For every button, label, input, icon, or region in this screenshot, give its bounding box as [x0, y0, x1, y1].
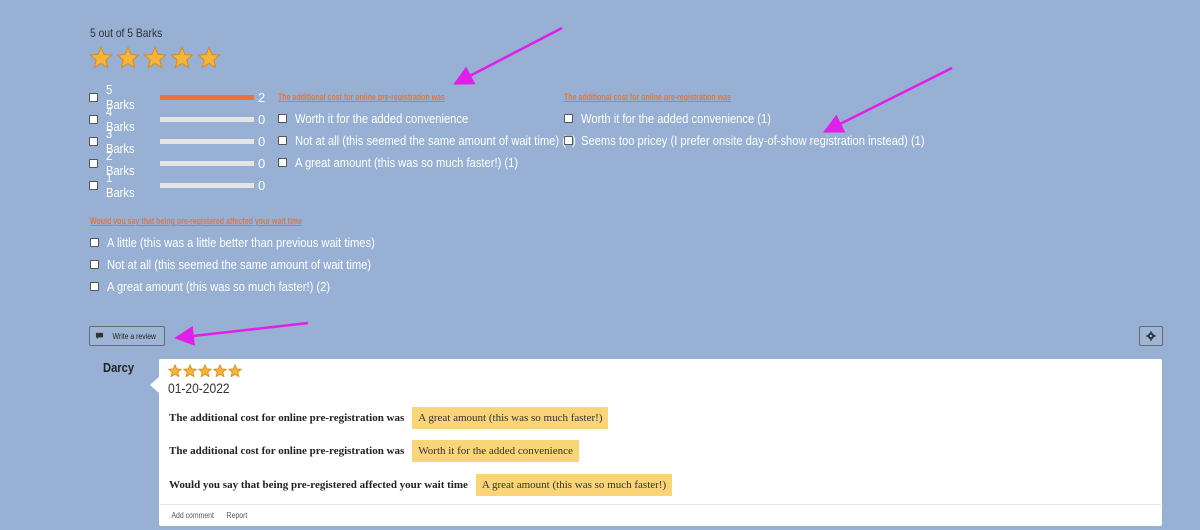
star-icon	[116, 46, 140, 69]
star-icon	[183, 364, 197, 378]
review-answer-badge: A great amount (this was so much faster!…	[475, 474, 673, 496]
gear-icon	[1146, 331, 1156, 341]
question-option[interactable]: A great amount (this was so much faster!…	[278, 151, 622, 173]
question-heading: The additional cost for online pre-regis…	[564, 92, 731, 102]
option-label: Worth it for the added convenience	[295, 110, 469, 126]
option-label: Seems too pricey (I prefer onsite day-of…	[581, 132, 925, 148]
review-rating-stars	[168, 364, 242, 378]
star-icon	[198, 364, 212, 378]
question-options: Worth it for the added convenience (1) S…	[564, 107, 981, 151]
option-checkbox[interactable]	[564, 135, 573, 145]
question-option[interactable]: Seems too pricey (I prefer onsite day-of…	[564, 129, 981, 151]
rating-count: 2	[258, 89, 266, 105]
review-question: The additional cost for online pre-regis…	[169, 445, 405, 457]
option-label: Not at all (this seemed the same amount …	[107, 256, 372, 272]
question-options: A little (this was a little better than …	[90, 231, 418, 297]
option-label: A great amount (this was so much faster!…	[295, 154, 519, 170]
review-answer-row: The additional cost for online pre-regis…	[169, 407, 609, 429]
rating-bar	[160, 138, 254, 144]
option-checkbox[interactable]	[90, 237, 99, 247]
review-answer-badge: Worth it for the added convenience	[412, 440, 579, 462]
question-option[interactable]: A great amount (this was so much faster!…	[90, 275, 418, 297]
review-author: Darcy	[103, 360, 135, 375]
star-icon	[170, 46, 194, 69]
review-footer: Add comment Report	[160, 504, 1161, 526]
star-icon	[213, 364, 227, 378]
write-review-button[interactable]: Write a review	[89, 326, 165, 346]
star-icon	[89, 46, 113, 69]
filter-checkbox[interactable]	[89, 158, 98, 168]
option-label: A little (this was a little better than …	[107, 234, 375, 250]
option-checkbox[interactable]	[278, 157, 287, 167]
review-answer-row: The additional cost for online pre-regis…	[169, 440, 579, 462]
star-icon	[228, 364, 242, 378]
option-label: A great amount (this was so much faster!…	[107, 278, 331, 294]
rating-bar	[160, 94, 254, 100]
rating-count: 0	[258, 155, 266, 171]
filter-checkbox[interactable]	[89, 114, 98, 124]
comment-icon	[95, 332, 103, 340]
filter-checkbox[interactable]	[89, 92, 98, 102]
question-option[interactable]: A little (this was a little better than …	[90, 231, 418, 253]
add-comment-link[interactable]: Add comment	[171, 511, 213, 520]
rating-count: 0	[258, 111, 266, 127]
rating-bar	[160, 116, 254, 122]
write-review-label: Write a review	[112, 331, 156, 341]
filter-checkbox[interactable]	[89, 180, 98, 190]
review-question: Would you say that being pre-registered …	[169, 479, 468, 491]
question-option[interactable]: Worth it for the added convenience (1)	[564, 107, 981, 129]
rating-bar-fill	[160, 94, 254, 100]
rating-count: 0	[258, 133, 266, 149]
option-checkbox[interactable]	[564, 113, 573, 123]
option-checkbox[interactable]	[90, 281, 99, 291]
rating-bar	[160, 182, 254, 188]
review-answer-badge: A great amount (this was so much faster!…	[412, 407, 609, 429]
annotation-arrow	[174, 321, 309, 346]
option-label: Not at all (this seemed the same amount …	[295, 132, 576, 148]
rating-filter-label: 1 Barks	[106, 170, 135, 200]
rating-summary-text: 5 out of 5 Barks	[90, 26, 163, 40]
rating-count: 0	[258, 177, 266, 193]
filter-checkbox[interactable]	[89, 136, 98, 146]
question-heading: Would you say that being pre-registered …	[90, 216, 303, 226]
option-label: Worth it for the added convenience (1)	[581, 110, 771, 126]
star-icon	[143, 46, 167, 69]
question-option[interactable]: Not at all (this seemed the same amount …	[90, 253, 418, 275]
rating-filter-1[interactable]: 1 Barks 0	[89, 170, 268, 200]
rating-stars	[89, 46, 221, 70]
star-icon	[168, 364, 182, 378]
rating-bar	[160, 160, 254, 166]
question-heading: The additional cost for online pre-regis…	[278, 92, 445, 102]
settings-button[interactable]	[1139, 326, 1163, 346]
star-icon	[197, 46, 221, 69]
option-checkbox[interactable]	[278, 113, 287, 123]
review-date: 01-20-2022	[168, 380, 230, 396]
review-answer-row: Would you say that being pre-registered …	[169, 474, 673, 496]
option-checkbox[interactable]	[278, 135, 287, 145]
annotation-arrow	[453, 26, 563, 85]
option-checkbox[interactable]	[90, 259, 99, 269]
review-question: The additional cost for online pre-regis…	[169, 412, 405, 424]
report-link[interactable]: Report	[227, 511, 248, 520]
